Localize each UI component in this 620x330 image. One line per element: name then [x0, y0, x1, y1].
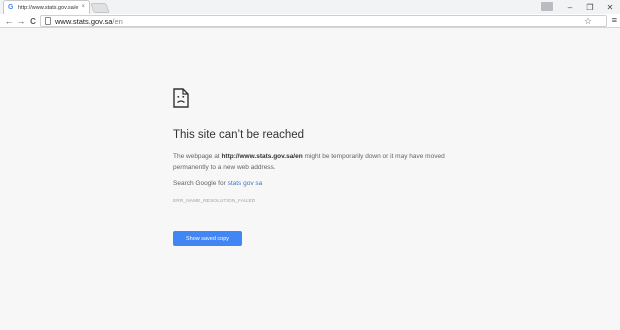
search-prefix: Search Google for	[173, 180, 228, 187]
page-info-icon[interactable]	[45, 17, 51, 25]
chrome-menu-icon[interactable]: ≡	[612, 15, 617, 25]
close-window-button[interactable]: ✕	[600, 0, 620, 14]
show-saved-copy-button[interactable]: Show saved copy	[173, 231, 242, 246]
new-tab-button[interactable]	[90, 3, 110, 13]
address-bar[interactable]: www.stats.gov.sa/en ☆	[40, 15, 607, 27]
user-profile-icon[interactable]	[541, 2, 553, 11]
bookmark-star-icon[interactable]: ☆	[584, 16, 592, 27]
search-suggestion: Search Google for stats gov sa	[173, 180, 262, 187]
minimize-button[interactable]: –	[560, 0, 580, 14]
maximize-button[interactable]: ❐	[580, 0, 600, 14]
tab-strip: G http://www.stats.gov.sa/e × – ❐ ✕	[0, 0, 620, 14]
tab-close-icon[interactable]: ×	[81, 4, 85, 10]
error-code: ERR_NAME_RESOLUTION_FAILED	[173, 199, 256, 204]
window-controls: – ❐ ✕	[560, 0, 620, 14]
error-heading: This site can’t be reached	[173, 129, 305, 141]
reload-button[interactable]: C	[27, 15, 39, 27]
sad-page-icon	[173, 88, 189, 108]
url-host: www.stats.gov.sa	[55, 16, 113, 26]
search-link[interactable]: stats gov sa	[228, 180, 263, 187]
browser-tab[interactable]: G http://www.stats.gov.sa/e ×	[3, 0, 90, 14]
forward-button[interactable]: →	[15, 15, 27, 27]
browser-toolbar: ← → C www.stats.gov.sa/en ☆ ≡	[0, 14, 620, 28]
back-button[interactable]: ←	[3, 15, 15, 27]
desc-url: http://www.stats.gov.sa/en	[221, 153, 303, 160]
desc-prefix: The webpage at	[173, 153, 222, 160]
error-description: The webpage at http://www.stats.gov.sa/e…	[173, 151, 468, 173]
url-path: /en	[112, 16, 123, 26]
google-favicon-icon: G	[8, 4, 14, 11]
tab-title: http://www.stats.gov.sa/e	[18, 4, 79, 11]
error-content	[173, 88, 463, 108]
